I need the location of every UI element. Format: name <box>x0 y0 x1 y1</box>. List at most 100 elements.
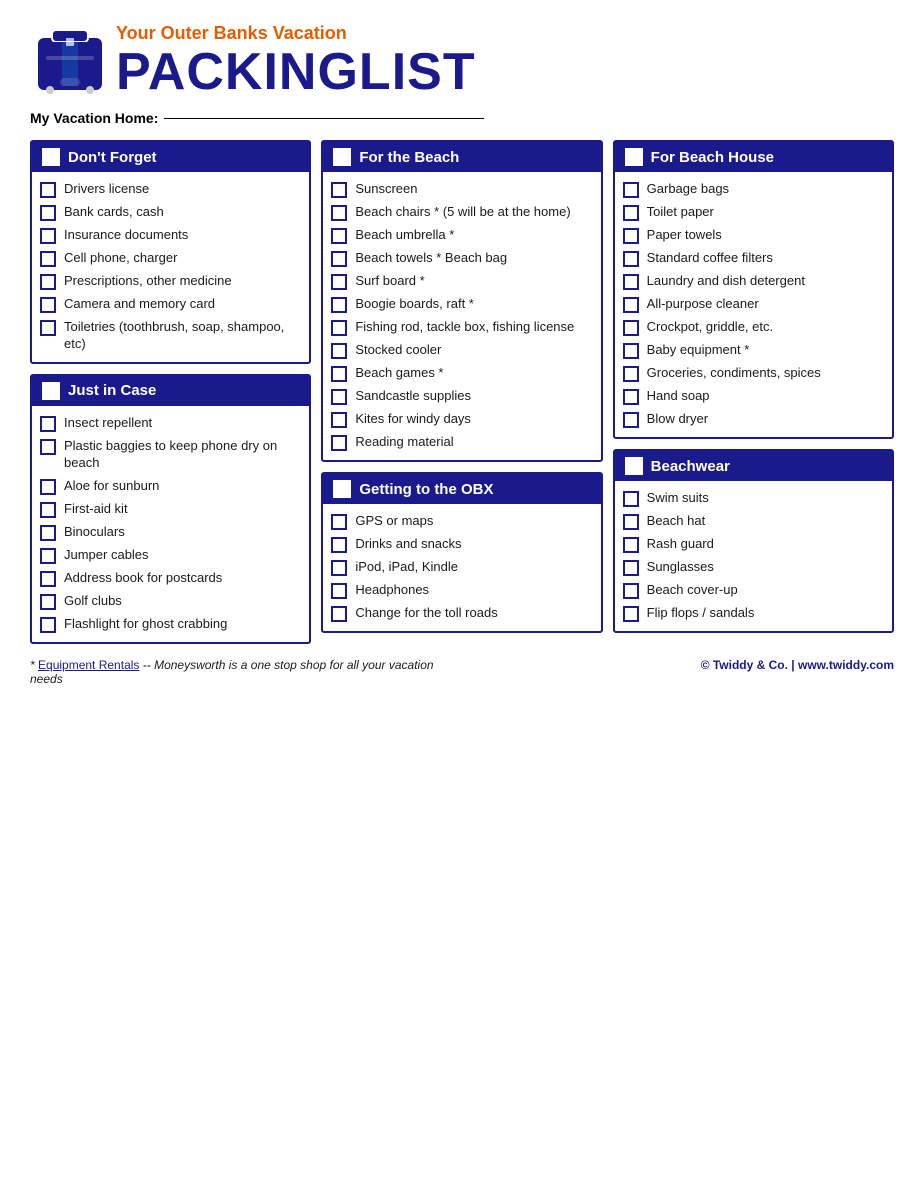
checkbox[interactable] <box>623 606 639 622</box>
checkbox[interactable] <box>623 537 639 553</box>
vacation-home-label: My Vacation Home: <box>30 110 158 126</box>
checkbox[interactable] <box>623 297 639 313</box>
section-checkbox-dont-forget[interactable] <box>42 148 60 166</box>
checkbox[interactable] <box>623 514 639 530</box>
section-checkbox-for-the-beach[interactable] <box>333 148 351 166</box>
checkbox[interactable] <box>331 274 347 290</box>
main-title: PACKINGLIST <box>116 46 476 98</box>
checkbox[interactable] <box>40 274 56 290</box>
section-header-for-beach-house: For Beach House <box>615 142 892 172</box>
section-header-just-in-case: Just in Case <box>32 376 309 406</box>
checkbox[interactable] <box>623 274 639 290</box>
list-item: Fishing rod, tackle box, fishing license <box>331 316 592 339</box>
list-item: Bank cards, cash <box>40 201 301 224</box>
checkbox[interactable] <box>40 594 56 610</box>
checkbox[interactable] <box>331 366 347 382</box>
checkbox[interactable] <box>40 297 56 313</box>
section-checkbox-beachwear[interactable] <box>625 457 643 475</box>
list-item: Prescriptions, other medicine <box>40 270 301 293</box>
checkbox[interactable] <box>40 228 56 244</box>
checkbox[interactable] <box>331 343 347 359</box>
list-item: Jumper cables <box>40 544 301 567</box>
list-item: Insect repellent <box>40 412 301 435</box>
checkbox[interactable] <box>331 320 347 336</box>
checkbox[interactable] <box>331 205 347 221</box>
checkbox[interactable] <box>623 343 639 359</box>
checkbox[interactable] <box>331 297 347 313</box>
checkbox[interactable] <box>623 228 639 244</box>
checkbox[interactable] <box>40 525 56 541</box>
checkbox[interactable] <box>623 320 639 336</box>
section-body-getting-to-obx: GPS or maps Drinks and snacks iPod, iPad… <box>323 504 600 631</box>
list-item: Beach games * <box>331 362 592 385</box>
checkbox[interactable] <box>331 537 347 553</box>
list-item: Plastic baggies to keep phone dry on bea… <box>40 435 301 475</box>
checkbox[interactable] <box>40 617 56 633</box>
list-item: Blow dryer <box>623 408 884 431</box>
section-checkbox-for-beach-house[interactable] <box>625 148 643 166</box>
section-for-the-beach: For the Beach Sunscreen Beach chairs * (… <box>321 140 602 462</box>
checkbox[interactable] <box>40 251 56 267</box>
list-item: Camera and memory card <box>40 293 301 316</box>
list-item: Aloe for sunburn <box>40 475 301 498</box>
checkbox[interactable] <box>623 412 639 428</box>
checkbox[interactable] <box>331 228 347 244</box>
footer-right: © Twiddy & Co. | www.twiddy.com <box>701 658 894 672</box>
section-title-beachwear: Beachwear <box>651 458 730 475</box>
section-title-getting-to-obx: Getting to the OBX <box>359 481 493 498</box>
checkbox[interactable] <box>331 412 347 428</box>
luggage-icon <box>30 20 110 100</box>
checkbox[interactable] <box>623 560 639 576</box>
checkbox[interactable] <box>40 416 56 432</box>
vacation-home-underline <box>164 118 484 119</box>
section-header-dont-forget: Don't Forget <box>32 142 309 172</box>
vacation-home-line: My Vacation Home: <box>30 110 894 126</box>
list-item: Garbage bags <box>623 178 884 201</box>
section-header-for-the-beach: For the Beach <box>323 142 600 172</box>
section-header-getting-to-obx: Getting to the OBX <box>323 474 600 504</box>
footer-left: * Equipment Rentals -- Moneysworth is a … <box>30 658 450 686</box>
checkbox[interactable] <box>623 251 639 267</box>
section-title-for-the-beach: For the Beach <box>359 149 459 166</box>
list-item: Groceries, condiments, spices <box>623 362 884 385</box>
section-checkbox-just-in-case[interactable] <box>42 382 60 400</box>
checkbox[interactable] <box>40 479 56 495</box>
checkbox[interactable] <box>623 205 639 221</box>
checkbox[interactable] <box>623 366 639 382</box>
checkbox[interactable] <box>623 182 639 198</box>
checkbox[interactable] <box>331 560 347 576</box>
subtitle: Your Outer Banks Vacation <box>116 23 476 44</box>
list-item: Toiletries (toothbrush, soap, shampoo, e… <box>40 316 301 356</box>
list-item: Address book for postcards <box>40 567 301 590</box>
checkbox[interactable] <box>623 583 639 599</box>
checkbox[interactable] <box>40 548 56 564</box>
checkbox[interactable] <box>40 320 56 336</box>
list-item: Sunglasses <box>623 556 884 579</box>
checkbox[interactable] <box>331 435 347 451</box>
checkbox[interactable] <box>331 389 347 405</box>
list-item: Hand soap <box>623 385 884 408</box>
list-item: Reading material <box>331 431 592 454</box>
columns: Don't Forget Drivers license Bank cards,… <box>30 140 894 644</box>
checkbox[interactable] <box>623 389 639 405</box>
checkbox[interactable] <box>331 583 347 599</box>
checkbox[interactable] <box>40 182 56 198</box>
list-item: Binoculars <box>40 521 301 544</box>
checkbox[interactable] <box>331 514 347 530</box>
list-item: Paper towels <box>623 224 884 247</box>
equipment-rentals-link[interactable]: Equipment Rentals <box>38 658 139 672</box>
list-item: Laundry and dish detergent <box>623 270 884 293</box>
checkbox[interactable] <box>40 439 56 455</box>
checkbox[interactable] <box>40 205 56 221</box>
checkbox[interactable] <box>331 251 347 267</box>
checkbox[interactable] <box>40 571 56 587</box>
checkbox[interactable] <box>40 502 56 518</box>
checkbox[interactable] <box>623 491 639 507</box>
list-item: Beach towels * Beach bag <box>331 247 592 270</box>
list-item: Standard coffee filters <box>623 247 884 270</box>
checkbox[interactable] <box>331 606 347 622</box>
section-checkbox-getting-to-obx[interactable] <box>333 480 351 498</box>
footer: * Equipment Rentals -- Moneysworth is a … <box>30 658 894 686</box>
list-item: Surf board * <box>331 270 592 293</box>
checkbox[interactable] <box>331 182 347 198</box>
